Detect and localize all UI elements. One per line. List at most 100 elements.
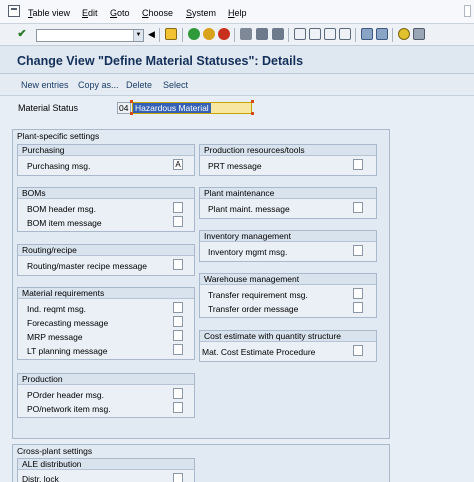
help-icon[interactable] bbox=[398, 28, 410, 40]
layout-icon[interactable] bbox=[413, 28, 425, 40]
separator bbox=[234, 28, 235, 42]
mat-cost-estimate-procedure-field[interactable] bbox=[353, 345, 363, 356]
find-icon[interactable] bbox=[256, 28, 268, 40]
exit-icon[interactable] bbox=[203, 28, 215, 40]
menu-choose[interactable]: Choose bbox=[142, 8, 173, 18]
box-title: BOMs bbox=[18, 188, 194, 199]
purchasing-msg-field[interactable]: A bbox=[173, 159, 183, 170]
delete-button[interactable]: Delete bbox=[126, 80, 152, 90]
menu-bar: Table view Edit Goto Choose System Help bbox=[0, 0, 474, 24]
menu-system[interactable]: System bbox=[186, 8, 216, 18]
save-icon[interactable] bbox=[165, 28, 177, 40]
box-title: Plant maintenance bbox=[200, 188, 376, 199]
plant-maint-message-label: Plant maint. message bbox=[208, 204, 290, 214]
forecasting-message-field[interactable] bbox=[173, 316, 183, 327]
menu-help[interactable]: Help bbox=[228, 8, 247, 18]
material-status-label: Material Status bbox=[18, 103, 79, 113]
first-page-icon[interactable] bbox=[294, 28, 306, 40]
mrp-message-label: MRP message bbox=[27, 332, 83, 342]
new-entries-button[interactable]: New entries bbox=[21, 80, 69, 90]
cancel-icon[interactable] bbox=[218, 28, 230, 40]
purchasing-box: Purchasing bbox=[17, 144, 195, 176]
inventory-mgmt-msg-field[interactable] bbox=[353, 245, 363, 256]
bom-header-msg-label: BOM header msg. bbox=[27, 204, 96, 214]
cost-estimate-box: Cost estimate with quantity structure bbox=[199, 330, 377, 362]
routing-message-label: Routing/master recipe message bbox=[27, 261, 148, 271]
material-status-description-field[interactable]: Hazardous Material bbox=[132, 102, 252, 114]
window-control-icon[interactable] bbox=[464, 5, 471, 17]
system-menu-icon[interactable] bbox=[8, 5, 20, 17]
transfer-requirement-msg-label: Transfer requirement msg. bbox=[208, 290, 308, 300]
standard-toolbar: ✔ ▼ ◀ bbox=[0, 24, 474, 46]
command-field[interactable]: ▼ bbox=[36, 29, 144, 42]
porder-header-msg-field[interactable] bbox=[173, 388, 183, 399]
selection-handle bbox=[251, 100, 254, 103]
back-icon[interactable] bbox=[188, 28, 200, 40]
material-status-description: Hazardous Material bbox=[133, 103, 211, 113]
lt-planning-message-field[interactable] bbox=[173, 344, 183, 355]
transfer-order-message-label: Transfer order message bbox=[208, 304, 299, 314]
selection-handle bbox=[130, 100, 133, 103]
distr-lock-label: Distr. lock bbox=[22, 474, 59, 482]
select-button[interactable]: Select bbox=[163, 80, 188, 90]
mat-cost-estimate-procedure-label: Mat. Cost Estimate Procedure bbox=[202, 347, 316, 357]
plant-maintenance-box: Plant maintenance bbox=[199, 187, 377, 219]
page-title: Change View "Define Material Statuses": … bbox=[17, 54, 304, 68]
distr-lock-field[interactable] bbox=[173, 473, 183, 482]
shortcut-icon[interactable] bbox=[376, 28, 388, 40]
group-title: Plant-specific settings bbox=[17, 131, 100, 141]
menu-table-view[interactable]: Table view bbox=[28, 8, 70, 18]
menu-edit[interactable]: Edit bbox=[82, 8, 98, 18]
next-page-icon[interactable] bbox=[324, 28, 336, 40]
box-title: Routing/recipe bbox=[18, 245, 194, 256]
find-next-icon[interactable] bbox=[272, 28, 284, 40]
bom-header-msg-field[interactable] bbox=[173, 202, 183, 213]
separator bbox=[355, 28, 356, 42]
porder-header-msg-label: POrder header msg. bbox=[27, 390, 105, 400]
bom-item-message-label: BOM item message bbox=[27, 218, 102, 228]
plant-maint-message-field[interactable] bbox=[353, 202, 363, 213]
collapse-icon[interactable]: ◀ bbox=[148, 28, 155, 40]
inventory-mgmt-msg-label: Inventory mgmt msg. bbox=[208, 247, 288, 257]
title-bar: Change View "Define Material Statuses": … bbox=[0, 46, 474, 74]
last-page-icon[interactable] bbox=[339, 28, 351, 40]
prt-message-label: PRT message bbox=[208, 161, 262, 171]
new-session-icon[interactable] bbox=[361, 28, 373, 40]
box-title: Warehouse management bbox=[200, 274, 376, 285]
bom-item-message-field[interactable] bbox=[173, 216, 183, 227]
previous-page-icon[interactable] bbox=[309, 28, 321, 40]
forecasting-message-label: Forecasting message bbox=[27, 318, 109, 328]
separator bbox=[392, 28, 393, 42]
box-title: Material requirements bbox=[18, 288, 194, 299]
separator bbox=[159, 28, 160, 42]
transfer-order-message-field[interactable] bbox=[353, 302, 363, 313]
group-title: Cross-plant settings bbox=[17, 446, 93, 456]
command-dropdown-icon[interactable]: ▼ bbox=[133, 30, 143, 41]
box-title: Production bbox=[18, 374, 194, 385]
inventory-management-box: Inventory management bbox=[199, 230, 377, 262]
prt-message-field[interactable] bbox=[353, 159, 363, 170]
box-title: ALE distribution bbox=[18, 459, 194, 470]
ind-reqmt-msg-label: Ind. reqmt msg. bbox=[27, 304, 87, 314]
mrp-message-field[interactable] bbox=[173, 330, 183, 341]
ind-reqmt-msg-field[interactable] bbox=[173, 302, 183, 313]
copy-as-button[interactable]: Copy as... bbox=[78, 80, 119, 90]
box-title: Inventory management bbox=[200, 231, 376, 242]
print-icon[interactable] bbox=[240, 28, 252, 40]
selection-handle bbox=[130, 112, 133, 115]
box-title: Production resources/tools bbox=[200, 145, 376, 156]
po-network-item-msg-field[interactable] bbox=[173, 402, 183, 413]
application-toolbar: New entries Copy as... Delete Select bbox=[0, 74, 474, 96]
material-status-code-field[interactable]: 04 bbox=[117, 102, 131, 114]
prt-box: Production resources/tools bbox=[199, 144, 377, 176]
purchasing-msg-label: Purchasing msg. bbox=[27, 161, 91, 171]
menu-goto[interactable]: Goto bbox=[110, 8, 130, 18]
transfer-requirement-msg-field[interactable] bbox=[353, 288, 363, 299]
selection-handle bbox=[251, 112, 254, 115]
lt-planning-message-label: LT planning message bbox=[27, 346, 108, 356]
routing-recipe-box: Routing/recipe bbox=[17, 244, 195, 276]
separator bbox=[182, 28, 183, 42]
routing-message-field[interactable] bbox=[173, 259, 183, 270]
box-title: Cost estimate with quantity structure bbox=[200, 331, 376, 342]
enter-icon[interactable]: ✔ bbox=[16, 28, 28, 40]
